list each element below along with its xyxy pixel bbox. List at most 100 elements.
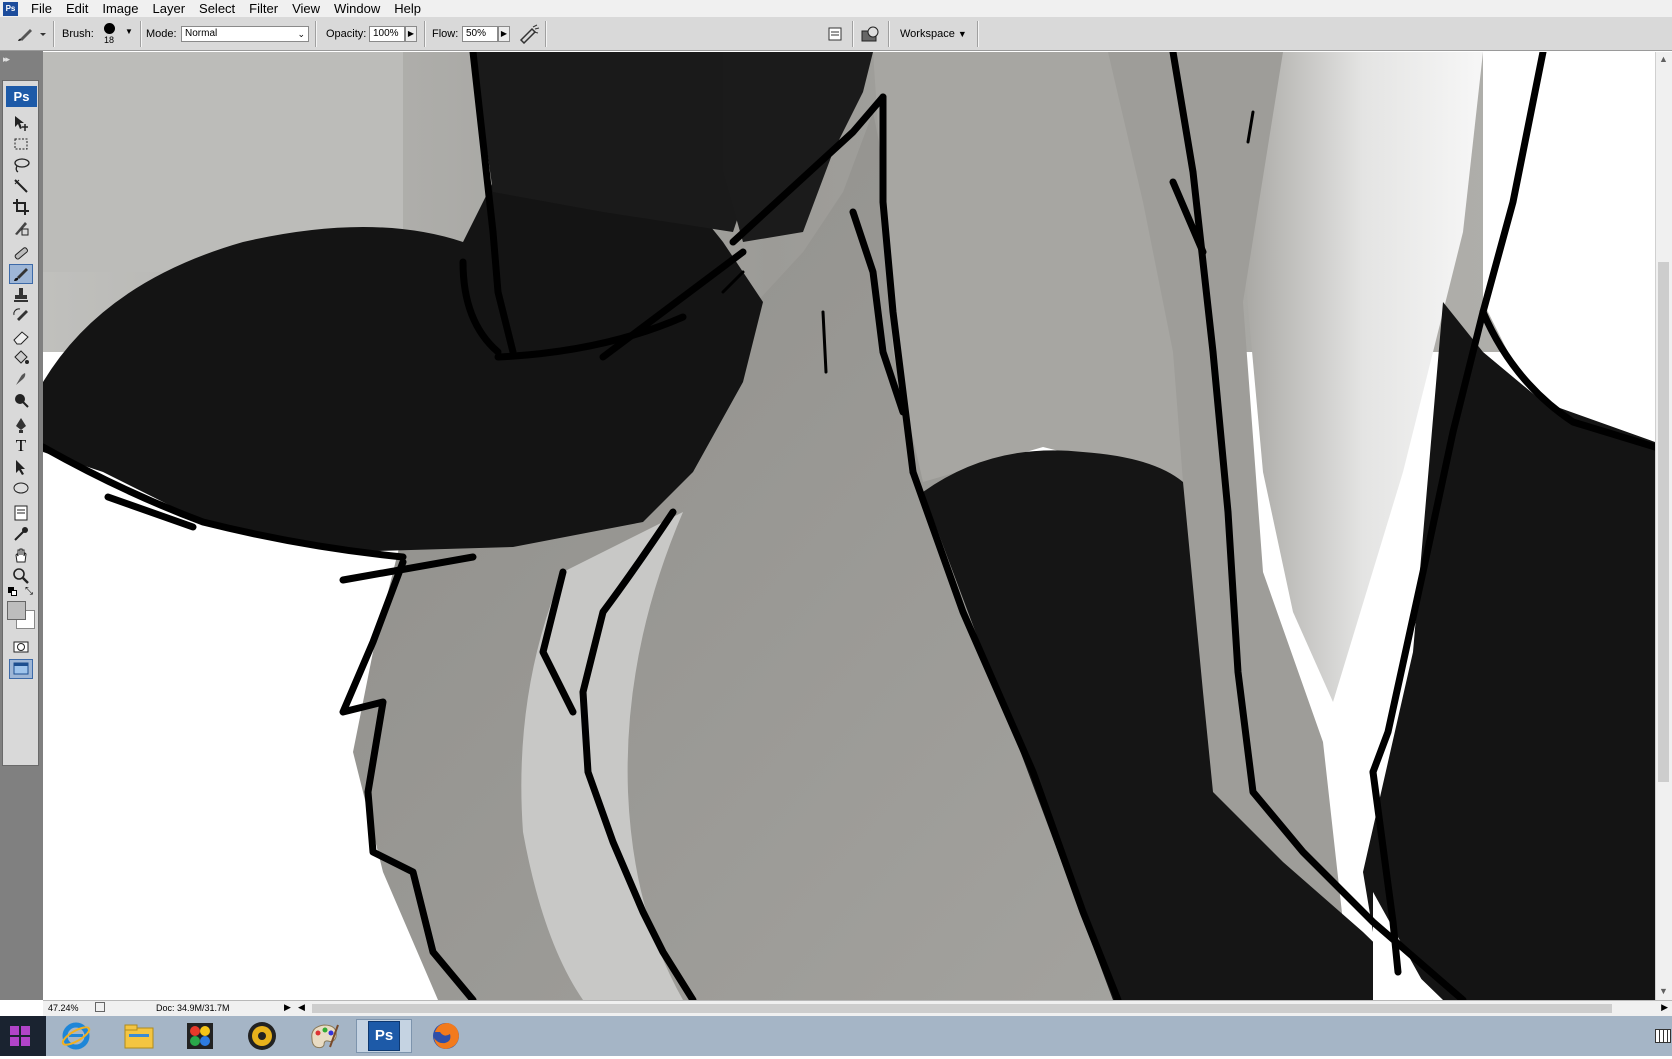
dodge-tool[interactable] bbox=[9, 390, 33, 410]
menu-select[interactable]: Select bbox=[192, 0, 242, 17]
brush-label: Brush: bbox=[62, 28, 94, 40]
opacity-slider-button[interactable]: ▶ bbox=[405, 26, 417, 42]
chevron-down-icon: ▼ bbox=[957, 29, 967, 39]
vertical-scroll-thumb[interactable] bbox=[1658, 262, 1669, 782]
scroll-right-arrow-icon[interactable]: ▶ bbox=[1661, 1002, 1668, 1013]
scroll-up-arrow-icon[interactable]: ▲ bbox=[1659, 54, 1668, 64]
type-tool[interactable]: T bbox=[9, 436, 33, 456]
crop-tool[interactable] bbox=[9, 197, 33, 217]
photoshop-badge[interactable]: Ps bbox=[6, 86, 37, 107]
quick-mask-toggle[interactable] bbox=[9, 637, 33, 657]
menu-edit[interactable]: Edit bbox=[59, 0, 95, 17]
pen-tool[interactable] bbox=[9, 415, 33, 435]
path-selection-tool[interactable] bbox=[9, 457, 33, 477]
paint-bucket-tool[interactable] bbox=[9, 348, 33, 368]
lasso-tool[interactable] bbox=[9, 155, 33, 175]
taskbar-firefox[interactable] bbox=[418, 1019, 474, 1053]
flow-slider-button[interactable]: ▶ bbox=[498, 26, 510, 42]
type-icon: T bbox=[15, 436, 27, 455]
menu-window[interactable]: Window bbox=[327, 0, 387, 17]
blur-tool[interactable] bbox=[9, 369, 33, 389]
zoom-icon bbox=[13, 568, 29, 584]
shape-tool[interactable] bbox=[9, 478, 33, 498]
options-bar: Brush: 18 ▼ Mode: Normal ⌄ Opacity: 100%… bbox=[0, 17, 1672, 51]
status-bar: 47.24% Doc: 34.9M/31.7M ▶ ◀ ▶ bbox=[43, 1000, 1672, 1016]
hand-tool[interactable] bbox=[9, 545, 33, 565]
airbrush-icon bbox=[519, 24, 540, 45]
airbrush-toggle[interactable] bbox=[518, 24, 540, 45]
workspace-label: Workspace bbox=[900, 28, 955, 40]
note-icon bbox=[14, 505, 28, 521]
vertical-scrollbar[interactable]: ▲ ▼ bbox=[1655, 52, 1672, 1000]
taskbar-file-explorer[interactable] bbox=[111, 1019, 167, 1053]
brush-size: 18 bbox=[104, 35, 115, 45]
options-separator bbox=[53, 21, 55, 47]
screen-mode-button[interactable] bbox=[9, 659, 33, 679]
taskbar-photoshop[interactable]: Ps bbox=[356, 1019, 412, 1053]
brush-picker[interactable]: 18 ▼ bbox=[100, 21, 136, 47]
flow-input[interactable]: 50% bbox=[462, 26, 498, 42]
clone-stamp-tool[interactable] bbox=[9, 285, 33, 305]
brush-tool[interactable] bbox=[9, 264, 33, 284]
eyedropper-tool[interactable] bbox=[9, 524, 33, 544]
scroll-left-arrow-icon[interactable]: ◀ bbox=[298, 1002, 305, 1013]
chevron-down-icon: ▼ bbox=[125, 27, 133, 36]
scroll-down-arrow-icon[interactable]: ▼ bbox=[1659, 986, 1668, 996]
mode-label: Mode: bbox=[146, 28, 177, 40]
flow-label: Flow: bbox=[432, 28, 459, 40]
internet-explorer-icon bbox=[61, 1022, 91, 1050]
status-arrow-icon[interactable]: ▶ bbox=[284, 1002, 291, 1013]
menu-help[interactable]: Help bbox=[387, 0, 428, 17]
document-canvas[interactable] bbox=[43, 52, 1655, 1000]
menu-file[interactable]: File bbox=[24, 0, 59, 17]
menu-bar: Ps File Edit Image Layer Select Filter V… bbox=[0, 0, 1672, 17]
horizontal-scrollbar[interactable]: ◀ ▶ bbox=[298, 1002, 1668, 1014]
history-brush-tool[interactable] bbox=[9, 306, 33, 326]
folder-icon bbox=[124, 1024, 154, 1049]
marquee-tool[interactable] bbox=[9, 134, 33, 154]
start-button[interactable] bbox=[0, 1016, 46, 1056]
taskbar: Ps bbox=[0, 1016, 1672, 1056]
mode-select[interactable]: Normal ⌄ bbox=[181, 26, 309, 42]
history-brush-icon bbox=[13, 308, 28, 321]
paintbrush-icon bbox=[14, 268, 28, 281]
menu-layer[interactable]: Layer bbox=[146, 0, 193, 17]
eraser-tool[interactable] bbox=[9, 327, 33, 347]
taskbar-paint[interactable] bbox=[296, 1019, 352, 1053]
zoom-level[interactable]: 47.24% bbox=[48, 1003, 79, 1013]
brush-tip-icon bbox=[104, 23, 115, 34]
paint-shop-icon bbox=[187, 1023, 213, 1049]
menu-filter[interactable]: Filter bbox=[242, 0, 285, 17]
collapse-toolbox-icon[interactable]: ▸▸ bbox=[3, 54, 10, 65]
magic-wand-tool[interactable] bbox=[9, 176, 33, 196]
taskbar-internet-explorer[interactable] bbox=[48, 1019, 104, 1053]
touch-keyboard-icon[interactable] bbox=[1655, 1029, 1671, 1043]
status-menu-icon[interactable] bbox=[95, 1002, 105, 1012]
move-icon bbox=[15, 116, 28, 131]
artwork bbox=[43, 52, 1655, 1000]
options-separator bbox=[140, 21, 142, 47]
taskbar-paint-shop[interactable] bbox=[172, 1019, 228, 1053]
menu-view[interactable]: View bbox=[285, 0, 327, 17]
document-size: Doc: 34.9M/31.7M bbox=[156, 1003, 230, 1013]
notes-tool[interactable] bbox=[9, 503, 33, 523]
slice-tool[interactable] bbox=[9, 218, 33, 238]
eraser-icon bbox=[13, 331, 29, 345]
swap-colors-icon[interactable]: ⤡ bbox=[25, 586, 33, 597]
bridge-button[interactable] bbox=[860, 25, 882, 43]
tools-panel: Ps T ⤡ bbox=[2, 80, 39, 766]
palette-well-button[interactable] bbox=[826, 25, 844, 43]
default-colors-icon[interactable] bbox=[8, 587, 17, 596]
opacity-input[interactable]: 100% bbox=[369, 26, 405, 42]
taskbar-media-player[interactable] bbox=[234, 1019, 290, 1053]
windows-logo-icon bbox=[10, 1026, 30, 1046]
tool-preset-picker[interactable] bbox=[14, 24, 48, 44]
menu-image[interactable]: Image bbox=[95, 0, 145, 17]
zoom-tool[interactable] bbox=[9, 566, 33, 586]
healing-brush-tool[interactable] bbox=[9, 243, 33, 263]
foreground-color-swatch[interactable] bbox=[7, 601, 26, 620]
move-tool[interactable] bbox=[9, 113, 33, 133]
mode-value: Normal bbox=[185, 28, 218, 39]
horizontal-scroll-thumb[interactable] bbox=[312, 1004, 1612, 1013]
workspace-menu[interactable]: Workspace ▼ bbox=[900, 26, 967, 42]
